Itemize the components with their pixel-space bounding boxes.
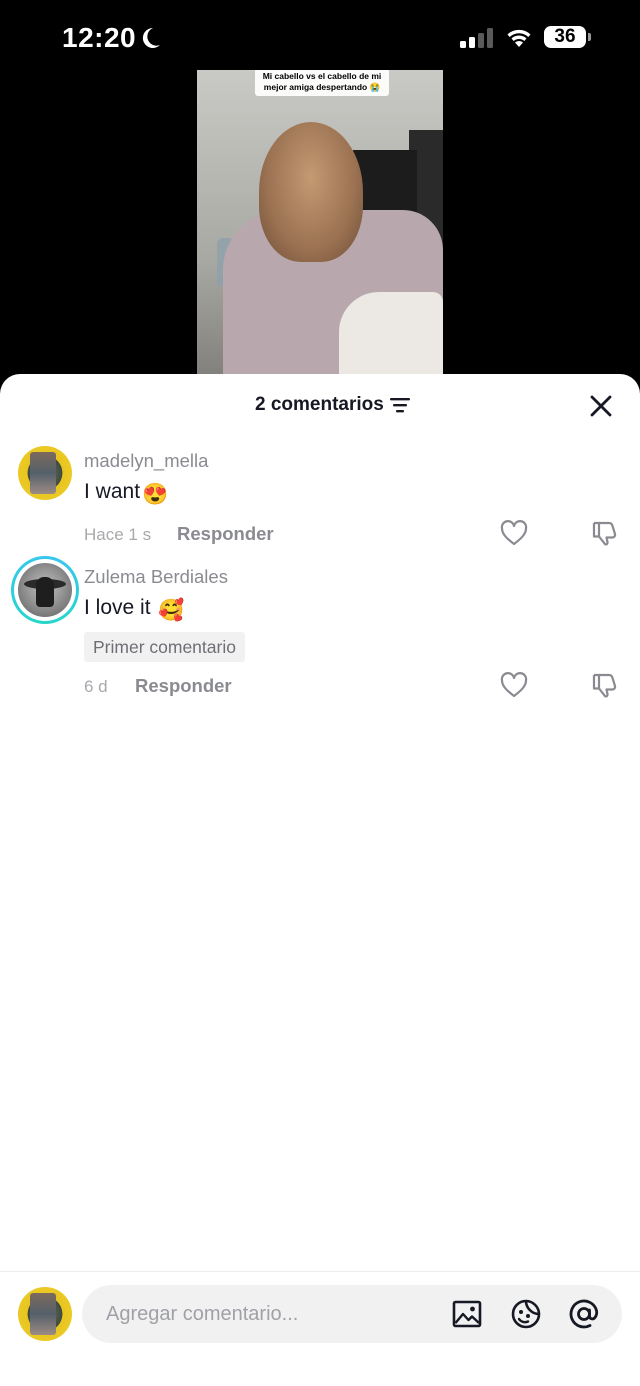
battery-indicator: 36 — [544, 26, 592, 50]
comment-username[interactable]: madelyn_mella — [84, 450, 208, 472]
moon-icon — [142, 27, 160, 48]
video-caption: Mi cabello vs el cabello de mi mejor ami… — [255, 70, 389, 96]
comment-input-container[interactable] — [82, 1285, 622, 1343]
comment-emoji: 🥰 — [158, 599, 185, 622]
comments-header: 2 comentarios — [0, 374, 640, 436]
at-icon[interactable] — [568, 1298, 600, 1330]
emoji-icon[interactable] — [510, 1298, 542, 1330]
wifi-icon — [507, 29, 531, 47]
close-icon[interactable] — [588, 393, 614, 419]
comment-item: madelyn_mella I want😍 Hace 1 s Responder — [0, 444, 640, 554]
comment-input[interactable] — [106, 1285, 426, 1343]
comment-composer — [0, 1271, 640, 1386]
first-comment-badge: Primer comentario — [84, 632, 245, 662]
status-bar: 12:20 36 — [0, 0, 640, 70]
image-icon[interactable] — [452, 1299, 482, 1329]
signal-icon — [460, 28, 493, 48]
comment-emoji: 😍 — [142, 483, 169, 506]
comment-item: Zulema Berdiales I love it 🥰 Primer come… — [0, 556, 640, 706]
thumbs-down-icon[interactable] — [590, 672, 618, 698]
heart-icon[interactable] — [500, 520, 528, 546]
comment-time: 6 d — [84, 677, 108, 696]
video-preview[interactable]: Mi cabello vs el cabello de mi mejor ami… — [197, 70, 443, 390]
reply-button[interactable]: Responder — [177, 523, 274, 545]
comment-username[interactable]: Zulema Berdiales — [84, 566, 228, 588]
comments-count: 2 comentarios — [255, 394, 384, 415]
comment-text-content: I want — [84, 480, 141, 503]
comment-text-content: I love it — [84, 596, 151, 619]
thumbs-down-icon[interactable] — [590, 520, 618, 546]
heart-icon[interactable] — [500, 672, 528, 698]
battery-level: 36 — [554, 26, 576, 47]
status-time: 12:20 — [62, 22, 137, 53]
avatar[interactable] — [18, 446, 72, 500]
comment-text: I want😍 — [84, 480, 168, 507]
reply-button[interactable]: Responder — [135, 675, 232, 697]
comment-time: Hace 1 s — [84, 525, 152, 544]
avatar[interactable] — [11, 556, 79, 624]
filter-icon[interactable] — [390, 397, 410, 413]
comment-text: I love it 🥰 — [84, 596, 185, 623]
comments-sheet: 2 comentarios madelyn_mella I want😍 Hace… — [0, 374, 640, 1385]
avatar — [18, 1287, 72, 1341]
